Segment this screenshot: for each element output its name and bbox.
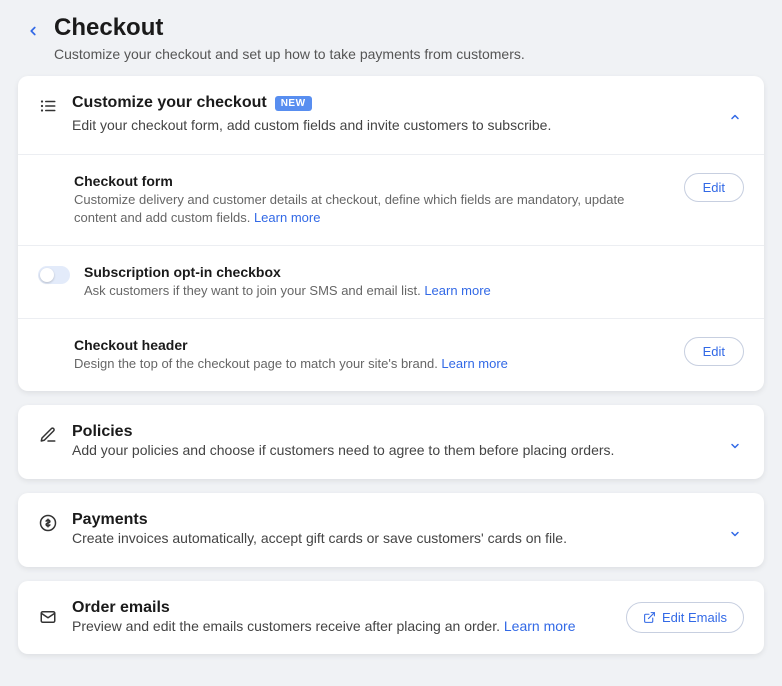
chevron-left-icon [26,24,40,38]
chevron-down-icon [726,525,744,543]
learn-more-link[interactable]: Learn more [254,210,320,225]
edit-emails-button[interactable]: Edit Emails [626,602,744,633]
card-header-policies[interactable]: Policies Add your policies and choose if… [18,405,764,479]
learn-more-link[interactable]: Learn more [441,356,507,371]
card-title-payments: Payments [72,511,712,529]
back-button[interactable] [22,20,44,42]
checkout-form-icon [38,96,58,116]
row-title-subscription: Subscription opt-in checkbox [84,264,744,280]
email-icon [38,607,58,627]
edit-checkout-header-button[interactable]: Edit [684,337,744,366]
row-subscription-optin: Subscription opt-in checkbox Ask custome… [18,245,764,318]
learn-more-link[interactable]: Learn more [504,618,576,634]
row-desc-checkout-header: Design the top of the checkout page to m… [74,355,670,373]
subscription-toggle[interactable] [38,266,70,284]
card-payments: Payments Create invoices automatically, … [18,493,764,567]
card-title-policies: Policies [72,423,712,441]
card-subtitle-policies: Add your policies and choose if customer… [72,441,712,461]
payments-icon [38,513,58,533]
row-checkout-form: Checkout form Customize delivery and cus… [18,154,764,245]
card-header-payments[interactable]: Payments Create invoices automatically, … [18,493,764,567]
card-subtitle-emails: Preview and edit the emails customers re… [72,617,612,637]
card-subtitle-payments: Create invoices automatically, accept gi… [72,529,712,549]
row-checkout-header: Checkout header Design the top of the ch… [18,318,764,391]
row-desc-checkout-form: Customize delivery and customer details … [74,191,670,227]
chevron-down-icon [726,437,744,455]
card-policies: Policies Add your policies and choose if… [18,405,764,479]
page-header: Checkout Customize your checkout and set… [18,14,764,62]
badge-new: NEW [275,96,312,111]
row-desc-subscription: Ask customers if they want to join your … [84,282,744,300]
row-title-checkout-form: Checkout form [74,173,670,189]
card-title-emails: Order emails [72,599,612,617]
policies-icon [38,425,58,445]
external-link-icon [643,611,656,624]
card-customize-checkout: Customize your checkout NEW Edit your ch… [18,76,764,391]
edit-checkout-form-button[interactable]: Edit [684,173,744,202]
page-title: Checkout [54,14,525,42]
card-header-customize[interactable]: Customize your checkout NEW Edit your ch… [18,76,764,154]
learn-more-link[interactable]: Learn more [424,283,490,298]
card-title-customize: Customize your checkout [72,94,267,112]
card-header-emails: Order emails Preview and edit the emails… [18,581,764,655]
page-subtitle: Customize your checkout and set up how t… [54,46,525,62]
chevron-up-icon [726,108,744,126]
row-title-checkout-header: Checkout header [74,337,670,353]
card-order-emails: Order emails Preview and edit the emails… [18,581,764,655]
card-subtitle-customize: Edit your checkout form, add custom fiel… [72,116,712,136]
